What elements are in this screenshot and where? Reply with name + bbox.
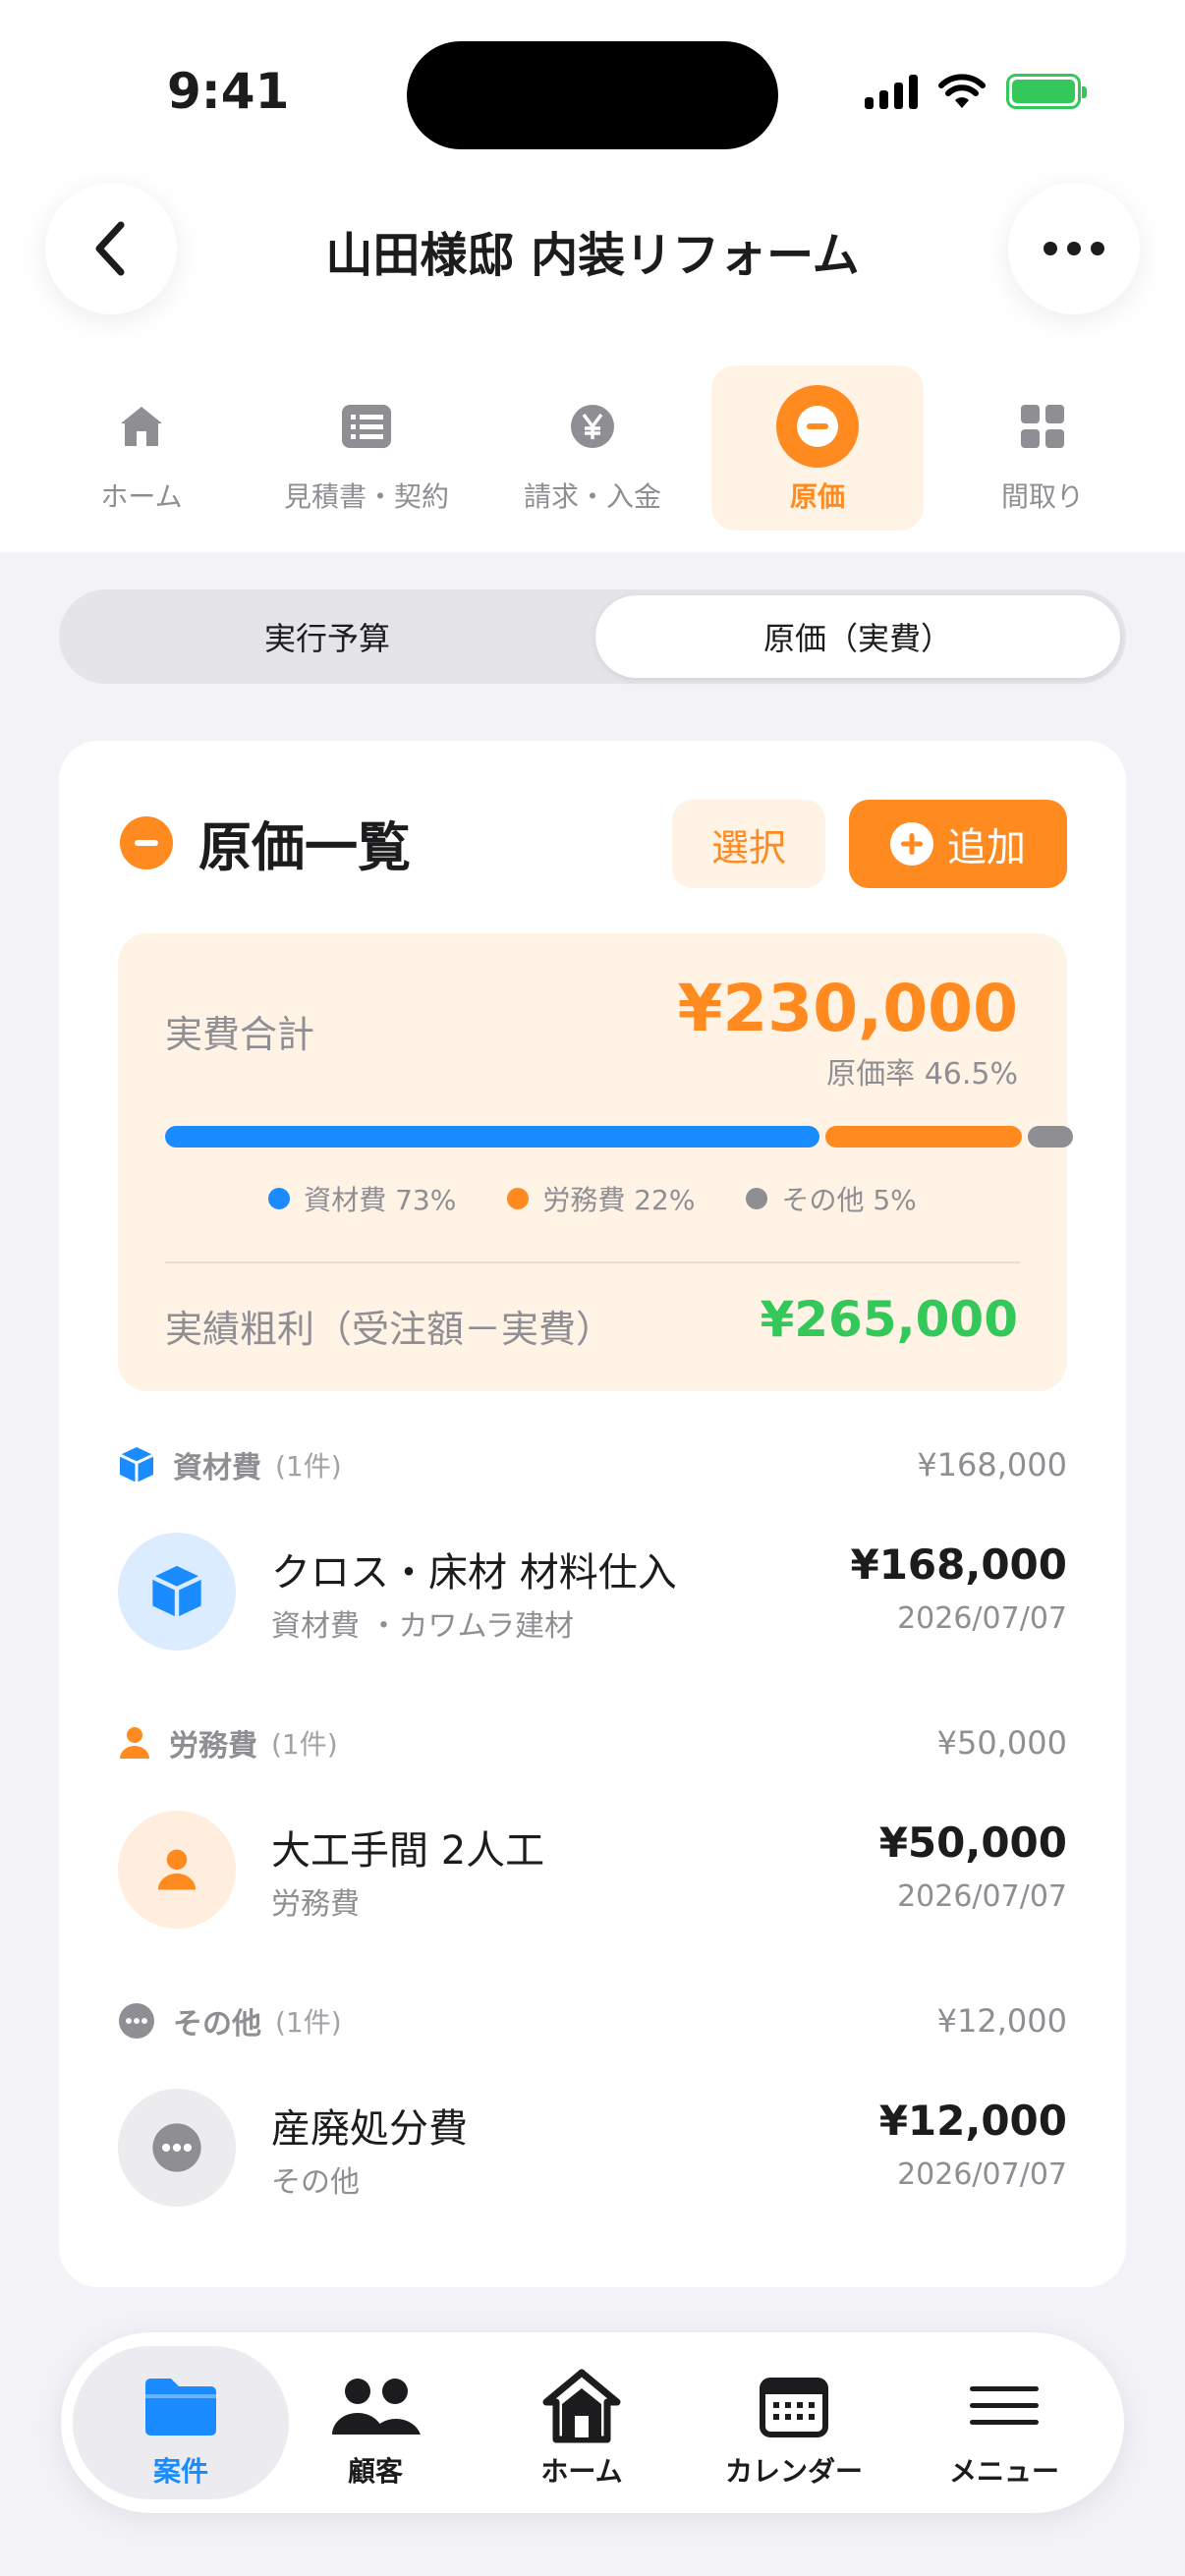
folder-icon	[145, 2379, 216, 2436]
minus-circle-icon	[120, 815, 173, 869]
plus-circle-icon	[890, 822, 933, 866]
item-amount: ¥12,000	[878, 2097, 1067, 2145]
grid-icon	[1021, 405, 1064, 448]
legend-other: その他 5%	[746, 1179, 917, 1218]
people-icon	[332, 2379, 421, 2435]
item-amount: ¥50,000	[878, 1819, 1067, 1867]
card-title: 原価一覧	[198, 816, 411, 878]
tab-cost[interactable]: 原価	[711, 365, 924, 531]
profit-label: 実績粗利（受注額－実費）	[165, 1308, 614, 1351]
document-list-icon	[342, 405, 391, 448]
menu-icon	[970, 2386, 1039, 2425]
person-icon	[157, 1849, 197, 1890]
legend-dot	[746, 1188, 768, 1209]
minus-circle-icon	[776, 385, 859, 468]
ellipsis-icon	[1044, 242, 1104, 255]
nav-calendar[interactable]: カレンダー	[686, 2346, 902, 2499]
status-time: 9:41	[167, 63, 290, 120]
breakdown-segment-0	[165, 1126, 819, 1148]
ellipsis-circle-icon	[152, 2123, 201, 2172]
card-header: 原価一覧	[120, 804, 411, 881]
nav-customers[interactable]: 顧客	[287, 2346, 464, 2499]
item-category: 労務費	[271, 1887, 360, 1922]
top-area: 9:41 山田様邸 内装リフォーム ホーム 見積書・契約 請求・入金 原価 間取…	[0, 0, 1185, 552]
yen-icon	[571, 405, 614, 448]
tab-home[interactable]: ホーム	[35, 365, 248, 531]
nav-home[interactable]: ホーム	[493, 2346, 670, 2499]
profit-amount: ¥265,000	[760, 1291, 1018, 1348]
item-avatar	[118, 2089, 236, 2207]
cost-item-materials[interactable]: クロス・床材 材料仕入 資材費 ・カワムラ建材 ¥168,000 2026/07…	[118, 1533, 1067, 1652]
item-date: 2026/07/07	[897, 1879, 1067, 1914]
nav-projects[interactable]: 案件	[73, 2346, 289, 2499]
add-button[interactable]: 追加	[849, 800, 1067, 888]
add-button-label: 追加	[947, 825, 1026, 870]
legend-labor: 労務費 22%	[507, 1179, 695, 1218]
divider	[165, 1261, 1020, 1263]
ellipsis-circle-icon	[119, 2003, 154, 2039]
nav-menu[interactable]: メニュー	[906, 2346, 1102, 2499]
breakdown-segment-2	[1028, 1126, 1073, 1148]
item-amount: ¥168,000	[850, 1540, 1067, 1589]
wifi-icon	[938, 74, 986, 108]
project-tabs: ホーム 見積書・契約 請求・入金 原価 間取り	[0, 365, 1185, 532]
bottom-nav: 案件 顧客 ホーム カレンダー メニュー	[61, 2332, 1124, 2513]
group-header-materials: 資材費 (1件) ¥168,000	[118, 1440, 1067, 1489]
legend-materials: 資材費 73%	[268, 1179, 456, 1218]
box-icon	[119, 1447, 154, 1483]
more-button[interactable]	[1008, 183, 1140, 314]
segment-actual-cost[interactable]: 原価（実費）	[595, 595, 1120, 678]
breakdown-legend: 資材費 73% 労務費 22% その他 5%	[118, 1179, 1067, 1218]
item-name: 大工手間 2人工	[271, 1828, 545, 1874]
item-avatar	[118, 1533, 236, 1651]
tab-estimate-contract[interactable]: 見積書・契約	[260, 365, 473, 531]
item-name: クロス・床材 材料仕入	[271, 1550, 677, 1596]
house-icon	[121, 407, 162, 446]
item-category: その他	[271, 2165, 360, 2200]
calendar-icon	[760, 2378, 828, 2437]
battery-icon	[1006, 74, 1087, 109]
cost-list-card: 原価一覧 選択 追加 実費合計 ¥230,000 原価率 46.5% 資材費 7…	[59, 741, 1126, 2287]
total-label: 実費合計	[165, 1013, 315, 1056]
legend-dot	[268, 1188, 291, 1209]
group-header-other: その他 (1件) ¥12,000	[118, 1996, 1067, 2045]
cost-rate: 原価率 46.5%	[826, 1057, 1018, 1092]
cost-segmented-control: 実行予算 原価（実費）	[59, 589, 1126, 684]
segment-budget[interactable]: 実行予算	[65, 595, 590, 678]
breakdown-segment-1	[824, 1126, 1023, 1148]
item-avatar	[118, 1811, 236, 1929]
person-icon	[120, 1727, 149, 1759]
select-button[interactable]: 選択	[672, 800, 825, 888]
tab-billing[interactable]: 請求・入金	[486, 365, 699, 531]
item-name: 産廃処分費	[271, 2106, 468, 2152]
item-date: 2026/07/07	[897, 1601, 1067, 1636]
legend-dot	[507, 1188, 530, 1209]
tab-floorplan[interactable]: 間取り	[936, 365, 1149, 531]
box-icon	[151, 1565, 202, 1618]
cost-item-labor[interactable]: 大工手間 2人工 労務費 ¥50,000 2026/07/07	[118, 1811, 1067, 1931]
signal-icon	[865, 74, 918, 109]
total-amount: ¥230,000	[677, 971, 1018, 1046]
item-date: 2026/07/07	[897, 2157, 1067, 2192]
cost-summary: 実費合計 ¥230,000 原価率 46.5% 資材費 73% 労務費 22% …	[118, 933, 1073, 1391]
dynamic-island	[407, 41, 778, 149]
item-category: 資材費 ・カワムラ建材	[271, 1609, 575, 1644]
breakdown-bar	[165, 1126, 1073, 1148]
group-header-labor: 労務費 (1件) ¥50,000	[118, 1718, 1067, 1767]
cost-item-other[interactable]: 産廃処分費 その他 ¥12,000 2026/07/07	[118, 2089, 1067, 2209]
home-icon	[542, 2369, 621, 2443]
status-icons	[865, 73, 1087, 110]
